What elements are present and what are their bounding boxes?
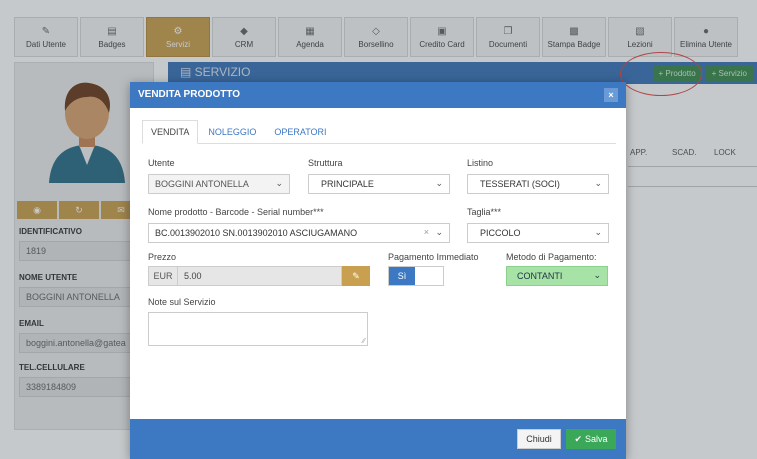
taglia-label: Taglia*** [467, 207, 502, 217]
pagamento-immediato-label: Pagamento Immediato [388, 252, 479, 262]
taglia-value: PICCOLO [480, 228, 521, 238]
listino-select[interactable]: TESSERATI (SOCI) ⌄ [467, 174, 609, 194]
check-icon: ✔ [574, 433, 583, 444]
listino-label: Listino [467, 158, 494, 168]
chevron-down-icon: ⌄ [275, 178, 283, 188]
tab-noleggio[interactable]: NOLEGGIO [200, 120, 264, 144]
note-servizio-textarea[interactable]: ∕∕ [148, 312, 368, 346]
clear-icon[interactable]: × [424, 227, 429, 237]
utente-label: Utente [148, 158, 175, 168]
metodo-pagamento-label: Metodo di Pagamento: [506, 252, 597, 262]
chevron-down-icon: ⌄ [594, 227, 602, 237]
chevron-down-icon: ⌄ [593, 270, 601, 280]
struttura-label: Struttura [308, 158, 343, 168]
salva-label: Salva [585, 434, 608, 444]
resize-handle-icon[interactable]: ∕∕ [363, 338, 365, 345]
chevron-down-icon: ⌄ [594, 178, 602, 188]
prezzo-input-group: EUR 5.00 ✎ [148, 266, 370, 286]
struttura-value: PRINCIPALE [321, 179, 374, 189]
taglia-select[interactable]: PICCOLO ⌄ [467, 223, 609, 243]
utente-select[interactable]: BOGGINI ANTONELLA ⌄ [148, 174, 290, 194]
prezzo-input[interactable]: 5.00 [178, 266, 342, 286]
modal-footer: Chiudi ✔ Salva [130, 419, 626, 459]
close-icon[interactable]: × [604, 88, 618, 102]
modal-tabs: VENDITA NOLEGGIO OPERATORI [142, 120, 616, 144]
modal-header: VENDITA PRODOTTO × [130, 82, 626, 108]
nome-prodotto-select[interactable]: BC.0013902010 SN.0013902010 ASCIUGAMANO … [148, 223, 450, 243]
listino-value: TESSERATI (SOCI) [480, 179, 560, 189]
tab-operatori[interactable]: OPERATORI [266, 120, 334, 144]
struttura-select[interactable]: PRINCIPALE ⌄ [308, 174, 450, 194]
tab-vendita[interactable]: VENDITA [142, 120, 199, 144]
toggle-on-label: Sì [389, 267, 415, 285]
currency-addon: EUR [148, 266, 178, 286]
edit-icon[interactable]: ✎ [342, 266, 370, 286]
chiudi-button[interactable]: Chiudi [517, 429, 561, 449]
note-servizio-label: Note sul Servizio [148, 297, 216, 307]
utente-value: BOGGINI ANTONELLA [155, 179, 249, 189]
chevron-down-icon: ⌄ [435, 178, 443, 188]
metodo-pagamento-select[interactable]: CONTANTI ⌄ [506, 266, 608, 286]
modal-title: VENDITA PRODOTTO [138, 89, 241, 100]
nome-prodotto-label: Nome prodotto - Barcode - Serial number*… [148, 207, 324, 217]
metodo-pagamento-value: CONTANTI [517, 271, 563, 281]
vendita-prodotto-modal: VENDITA PRODOTTO × VENDITA NOLEGGIO OPER… [130, 82, 626, 459]
prezzo-label: Prezzo [148, 252, 177, 262]
pagamento-immediato-toggle[interactable]: Sì [388, 266, 444, 286]
nome-prodotto-value: BC.0013902010 SN.0013902010 ASCIUGAMANO [155, 228, 358, 238]
salva-button[interactable]: ✔ Salva [566, 429, 616, 449]
chevron-down-icon: ⌄ [435, 227, 443, 237]
